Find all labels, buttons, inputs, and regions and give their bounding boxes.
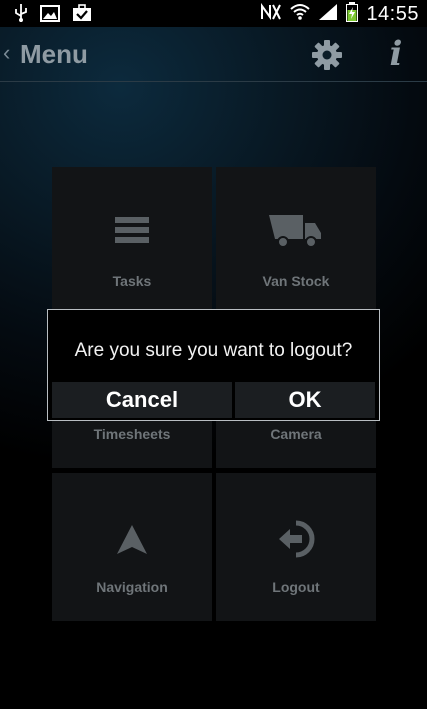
nfc-icon xyxy=(260,2,282,26)
page-title[interactable]: Menu xyxy=(20,39,88,70)
status-time: 14:55 xyxy=(366,3,419,25)
battery-charging-icon xyxy=(346,2,359,27)
cancel-button[interactable]: Cancel xyxy=(52,382,232,418)
signal-icon xyxy=(318,3,338,26)
image-icon xyxy=(40,4,60,27)
status-left-icons xyxy=(14,4,92,27)
list-icon xyxy=(52,215,212,245)
tile-van-stock[interactable]: Van Stock xyxy=(216,167,376,315)
ok-button[interactable]: OK xyxy=(235,382,375,418)
back-chevron-icon[interactable]: ‹ xyxy=(3,40,10,66)
tile-label: Navigation xyxy=(96,579,168,595)
settings-gear-icon[interactable] xyxy=(311,39,343,71)
status-bar: 14:55 xyxy=(0,0,427,27)
tile-label: Timesheets xyxy=(93,426,171,442)
tile-label: Logout xyxy=(272,579,320,595)
info-icon[interactable]: i xyxy=(384,35,408,73)
usb-icon xyxy=(14,4,28,27)
tile-label: Camera xyxy=(270,426,322,442)
tile-tasks[interactable]: Tasks xyxy=(52,167,212,315)
tile-label: Van Stock xyxy=(262,273,330,289)
briefcase-check-icon xyxy=(72,4,92,27)
tile-navigation[interactable]: Navigation xyxy=(52,473,212,621)
navigation-arrow-icon xyxy=(52,523,212,557)
logout-confirm-dialog: Are you sure you want to logout? Cancel … xyxy=(47,309,380,421)
tile-label: Tasks xyxy=(112,273,152,289)
wifi-icon xyxy=(290,3,311,26)
status-right-icons: 14:55 xyxy=(260,2,419,27)
logout-icon xyxy=(216,519,376,559)
app-bar: ‹ Menu i xyxy=(0,27,427,82)
tile-logout[interactable]: Logout xyxy=(216,473,376,621)
truck-icon xyxy=(216,211,376,249)
dialog-message: Are you sure you want to logout? xyxy=(74,340,353,361)
